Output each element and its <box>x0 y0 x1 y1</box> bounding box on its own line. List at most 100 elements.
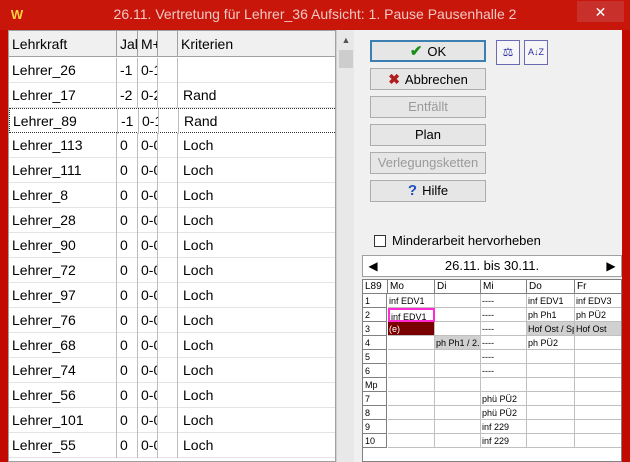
column-header-jal[interactable]: Jal <box>117 31 138 57</box>
timetable-cell[interactable] <box>388 336 435 350</box>
extra-cell <box>158 58 178 83</box>
timetable-cell[interactable]: inf EDV1 <box>388 308 435 322</box>
ok-button[interactable]: ✔ OK <box>370 40 486 62</box>
table-row[interactable]: Lehrer_800-0 Loch <box>9 183 335 208</box>
timetable-cell[interactable] <box>388 378 435 392</box>
timetable-cell[interactable]: Hof Ost / Spr.st <box>527 322 575 336</box>
close-button[interactable]: ✕ <box>577 1 624 22</box>
timetable-cell[interactable] <box>527 434 575 448</box>
timetable-cell[interactable] <box>435 350 481 364</box>
table-row[interactable]: Lehrer_7600-0 Loch <box>9 308 335 333</box>
table-row[interactable]: Lehrer_89-10-1 Rand <box>9 108 335 134</box>
table-row[interactable]: Lehrer_2800-0 Loch <box>9 208 335 233</box>
cancel-label: Abbrechen <box>404 72 468 87</box>
timetable-cell[interactable] <box>388 350 435 364</box>
column-header-lehrkraft[interactable]: Lehrkraft <box>9 31 117 57</box>
timetable-cell[interactable]: ---- <box>481 322 527 336</box>
timetable-cell[interactable]: inf 229 <box>481 420 527 434</box>
table-row[interactable]: Lehrer_7200-0 Loch <box>9 258 335 283</box>
timetable-cell[interactable]: ph PÜ2 <box>575 308 621 322</box>
scrollbar-thumb[interactable] <box>339 50 353 68</box>
timetable-cell[interactable] <box>575 350 621 364</box>
column-header-extra[interactable] <box>158 31 178 57</box>
jal-cell: 0 <box>117 183 138 208</box>
timetable-cell[interactable] <box>435 392 481 406</box>
timetable-cell[interactable]: inf EDV1 <box>527 294 575 308</box>
plan-button[interactable]: Plan <box>370 124 486 146</box>
timetable-cell[interactable]: phü PÜ2 <box>481 406 527 420</box>
timetable-cell[interactable]: ph Ph1 / 2. OG <box>435 336 481 350</box>
timetable-cell[interactable] <box>575 406 621 420</box>
timetable-cell[interactable] <box>388 364 435 378</box>
timetable-cell[interactable] <box>527 378 575 392</box>
table-row[interactable]: Lehrer_5500-0 Loch <box>9 433 335 458</box>
timetable-cell[interactable] <box>527 392 575 406</box>
timetable-cell[interactable]: ---- <box>481 350 527 364</box>
sort-az-icon: A↓Z <box>527 47 544 57</box>
timetable-cell[interactable]: inf EDV1 <box>388 294 435 308</box>
verlegungsketten-button[interactable]: Verlegungsketten <box>370 152 486 174</box>
table-row[interactable]: Lehrer_11100-0 Loch <box>9 158 335 183</box>
timetable-cell[interactable] <box>527 350 575 364</box>
timetable-cell[interactable] <box>575 378 621 392</box>
help-button[interactable]: ? Hilfe <box>370 180 486 202</box>
table-row[interactable]: Lehrer_17-20-2 Rand <box>9 83 335 108</box>
timetable-cell[interactable]: ---- <box>481 308 527 322</box>
timetable-cell[interactable] <box>388 406 435 420</box>
jal-cell: -2 <box>117 83 138 108</box>
timetable-cell[interactable]: phü PÜ2 <box>481 392 527 406</box>
cancel-button[interactable]: ✖ Abbrechen <box>370 68 486 90</box>
timetable-cell[interactable] <box>575 420 621 434</box>
table-row[interactable]: Lehrer_26-10-1 <box>9 58 335 83</box>
timetable-cell[interactable] <box>435 420 481 434</box>
extra-cell <box>158 183 178 208</box>
balance-button[interactable]: ⚖ <box>496 40 520 65</box>
table-row[interactable]: Lehrer_7400-0 Loch <box>9 358 335 383</box>
timetable-cell[interactable]: inf 229 <box>481 434 527 448</box>
minderarbeit-checkbox[interactable] <box>374 235 386 247</box>
timetable-cell[interactable] <box>575 336 621 350</box>
timetable-cell[interactable]: (e) <box>388 322 435 336</box>
timetable-cell[interactable] <box>435 364 481 378</box>
timetable-cell[interactable]: Hof Ost <box>575 322 621 336</box>
timetable-cell[interactable] <box>527 420 575 434</box>
next-week-arrow-icon[interactable]: ▶ <box>602 257 620 275</box>
timetable-cell[interactable] <box>527 406 575 420</box>
grid-scrollbar[interactable]: ▲ <box>336 30 354 462</box>
teacher-name-cell: Lehrer_26 <box>9 58 117 83</box>
teacher-name-cell: Lehrer_113 <box>9 133 117 158</box>
mplus-cell: 0-0 <box>138 433 158 458</box>
timetable-cell[interactable]: ---- <box>481 336 527 350</box>
table-row[interactable]: Lehrer_9700-0 Loch <box>9 283 335 308</box>
timetable-cell[interactable] <box>388 434 435 448</box>
timetable-cell[interactable] <box>575 392 621 406</box>
table-row[interactable]: Lehrer_11300-0 Loch <box>9 133 335 158</box>
timetable-cell[interactable]: ---- <box>481 364 527 378</box>
timetable-cell[interactable] <box>435 308 481 322</box>
timetable-cell[interactable]: ph PÜ2 <box>527 336 575 350</box>
scroll-up-arrow-icon[interactable]: ▲ <box>337 32 355 49</box>
timetable-cell[interactable] <box>388 392 435 406</box>
entfaellt-button[interactable]: Entfällt <box>370 96 486 118</box>
timetable-cell[interactable] <box>435 406 481 420</box>
column-header-kriterien[interactable]: Kriterien <box>178 31 335 57</box>
timetable-cell[interactable] <box>435 294 481 308</box>
column-header-mplus[interactable]: M+ <box>138 31 158 57</box>
sort-button[interactable]: A↓Z <box>524 40 548 65</box>
timetable-cell[interactable] <box>527 364 575 378</box>
table-row[interactable]: Lehrer_5600-0 Loch <box>9 383 335 408</box>
timetable-cell[interactable] <box>435 322 481 336</box>
timetable-cell[interactable] <box>435 378 481 392</box>
timetable-cell[interactable] <box>435 434 481 448</box>
previous-week-arrow-icon[interactable]: ◀ <box>364 257 382 275</box>
timetable-cell[interactable]: inf EDV3 <box>575 294 621 308</box>
timetable-cell[interactable] <box>388 420 435 434</box>
table-row[interactable]: Lehrer_9000-0 Loch <box>9 233 335 258</box>
table-row[interactable]: Lehrer_6800-0 Loch <box>9 333 335 358</box>
timetable-cell[interactable] <box>575 364 621 378</box>
timetable-cell[interactable] <box>481 378 527 392</box>
timetable-cell[interactable]: ph Ph1 <box>527 308 575 322</box>
timetable-cell[interactable] <box>575 434 621 448</box>
timetable-cell[interactable]: ---- <box>481 294 527 308</box>
table-row[interactable]: Lehrer_10100-0 Loch <box>9 408 335 433</box>
